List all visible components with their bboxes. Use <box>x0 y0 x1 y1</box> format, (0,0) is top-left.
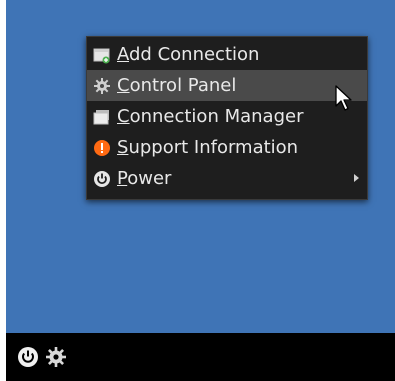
menu-item-label: Control Panel <box>117 75 237 96</box>
mouse-cursor-icon <box>335 85 352 111</box>
power-icon[interactable] <box>16 345 40 369</box>
menu-item-support-information[interactable]: Support Information <box>87 132 367 163</box>
taskbar <box>6 333 395 381</box>
menu-item-label: Add Connection <box>117 44 260 65</box>
menu-item-control-panel[interactable]: Control Panel <box>87 70 367 101</box>
gear-icon[interactable] <box>44 345 68 369</box>
menu-item-label: Support Information <box>117 137 299 158</box>
gear-icon <box>93 77 111 95</box>
menu-item-connection-manager[interactable]: Connection Manager <box>87 101 367 132</box>
add-connection-icon <box>93 46 111 64</box>
start-menu: Add Connection Control Panel Connection … <box>86 36 368 200</box>
menu-item-label: Power <box>117 168 172 189</box>
menu-item-add-connection[interactable]: Add Connection <box>87 39 367 70</box>
power-icon <box>93 170 111 188</box>
menu-item-power[interactable]: Power <box>87 163 367 194</box>
menu-item-label: Connection Manager <box>117 106 304 127</box>
submenu-arrow-icon <box>354 174 359 182</box>
info-icon <box>93 139 111 157</box>
window-icon <box>93 108 111 126</box>
